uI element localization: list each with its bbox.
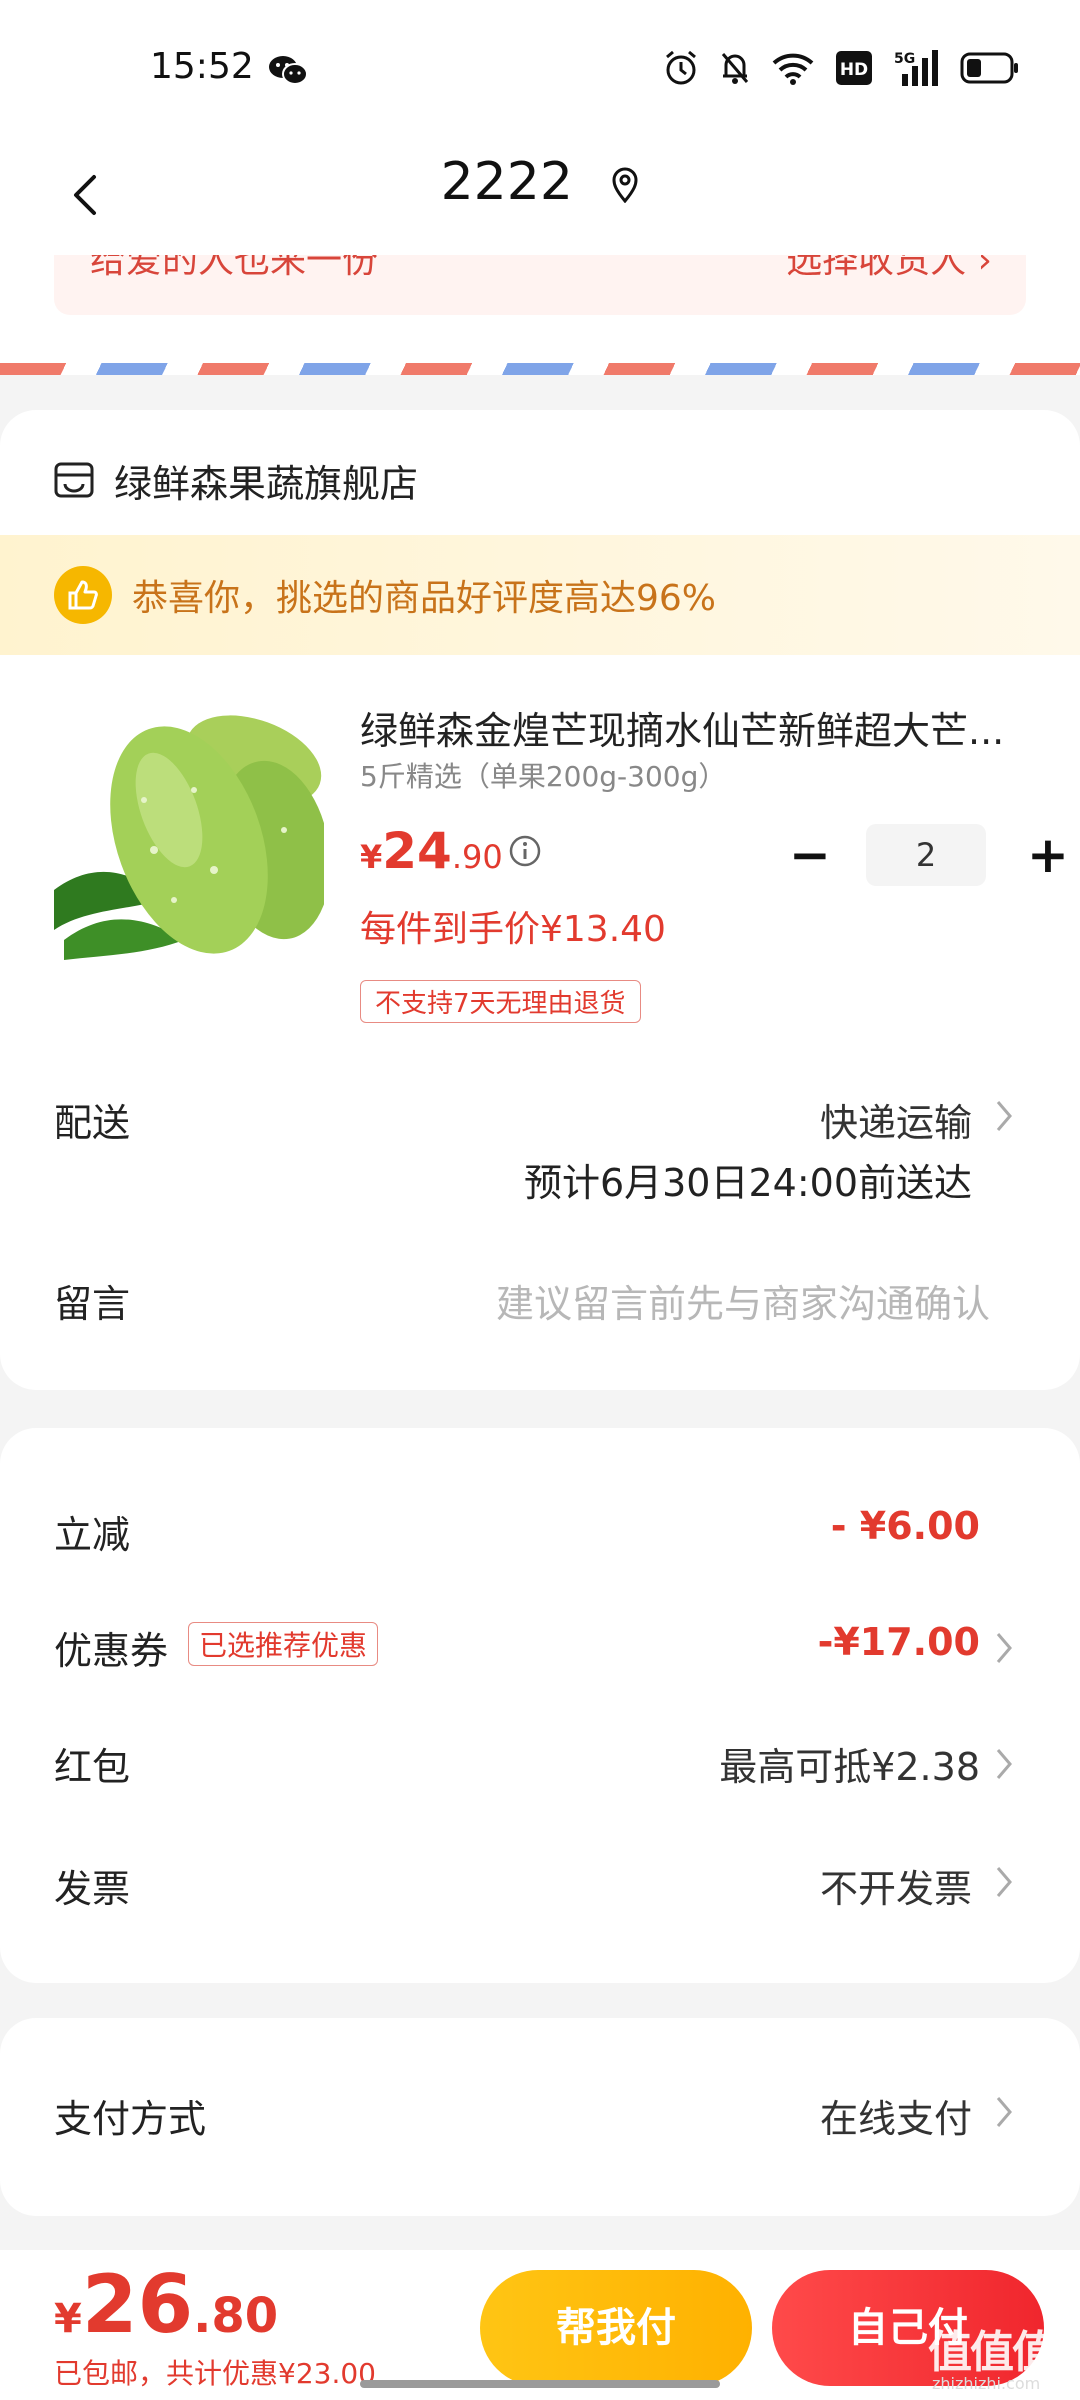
price-decimal: .90 xyxy=(451,838,503,876)
instant-discount-label: 立减 xyxy=(54,1513,131,1557)
payment-method[interactable]: 在线支付 xyxy=(820,2088,972,2143)
gift-address-card[interactable]: 给爱的人也来一份 选择收货人 › xyxy=(54,255,1026,315)
battery-icon xyxy=(960,52,1018,84)
status-time: 15:52 xyxy=(150,46,254,87)
red-packet-label: 红包 xyxy=(54,1745,131,1789)
store-name: 绿鲜森果蔬旗舰店 xyxy=(114,461,419,506)
delivery-eta: 预计6月30日24:00前送达 xyxy=(523,1161,972,1205)
coupon-tag: 已选推荐优惠 xyxy=(188,1622,379,1666)
total-savings: 已包邮，共计优惠¥23.00 xyxy=(54,2357,376,2390)
location-pin-icon xyxy=(612,167,638,203)
final-price: 每件到手价¥13.40 xyxy=(360,909,666,950)
increase-button[interactable]: + xyxy=(1018,825,1078,885)
hd-text: HD xyxy=(840,60,868,80)
store-row[interactable]: 绿鲜森果蔬旗舰店 xyxy=(54,450,418,510)
praise-banner: 恭喜你，挑选的商品好评度高达96% xyxy=(0,535,1080,655)
coupon-value[interactable]: -¥17.00 xyxy=(818,1620,980,1664)
checkout-bar: ¥26.80 已包邮，共计优惠¥23.00 帮我付 自己付 xyxy=(0,2250,1080,2400)
page-title: 2222 xyxy=(440,152,573,212)
address-area: 给爱的人也来一份 选择收货人 › xyxy=(0,255,1080,375)
select-receiver-link[interactable]: 选择收货人 › xyxy=(786,255,992,283)
payment-label: 支付方式 xyxy=(54,2097,207,2141)
hd-icon: HD xyxy=(836,51,872,85)
store-icon xyxy=(54,462,94,498)
invoice-label: 发票 xyxy=(54,1867,131,1911)
delivery-method[interactable]: 快递运输 xyxy=(820,1092,972,1147)
alarm-icon xyxy=(666,50,696,85)
airmail-border xyxy=(0,363,1080,375)
quantity-value[interactable]: 2 xyxy=(866,824,986,886)
gift-text: 给爱的人也来一份 xyxy=(90,255,379,281)
chevron-right-icon[interactable] xyxy=(992,2092,1018,2132)
status-bar: 15:52 HD 5G xyxy=(0,0,1080,140)
product-title[interactable]: 绿鲜森金煌芒现摘水仙芒新鲜超大芒... xyxy=(360,700,1020,755)
order-item-card: 绿鲜森果蔬旗舰店 恭喜你，挑选的商品好评度高达96% 绿鲜森金煌芒现摘水仙芒新鲜… xyxy=(0,410,1080,1390)
home-indicator[interactable] xyxy=(360,2380,720,2388)
instant-discount-value: - ¥6.00 xyxy=(830,1504,980,1548)
total-integer: 26 xyxy=(81,2258,194,2351)
praise-text: 恭喜你，挑选的商品好评度高达96% xyxy=(132,578,717,619)
5g-signal-icon: 5G xyxy=(894,50,938,86)
price-currency: ¥ xyxy=(360,838,383,876)
coupon-label: 优惠券 xyxy=(54,1629,169,1673)
watermark-url: zhizhizhi.com xyxy=(932,2374,1041,2393)
payment-card: 支付方式 在线支付 xyxy=(0,2018,1080,2216)
red-packet-value[interactable]: 最高可抵¥2.38 xyxy=(719,1736,980,1791)
price-integer: 24 xyxy=(382,822,452,880)
wifi-icon xyxy=(772,53,814,85)
memo-input[interactable]: 建议留言前先与商家沟通确认 xyxy=(496,1273,990,1328)
address-title[interactable]: 2222 xyxy=(0,152,1080,212)
memo-label: 留言 xyxy=(54,1282,131,1326)
unit-price: ¥24.90 xyxy=(360,822,503,880)
product-spec: 5斤精选（单果200g-300g） xyxy=(360,760,727,793)
total-decimal: .80 xyxy=(193,2288,279,2344)
header: 2222 xyxy=(0,140,1080,255)
thumbs-up-icon xyxy=(54,566,112,624)
mute-icon xyxy=(721,53,749,84)
watermark-logo: 值值值 xyxy=(928,2327,1056,2378)
total-price: ¥26.80 xyxy=(54,2258,278,2351)
invoice-value[interactable]: 不开发票 xyxy=(820,1858,972,1913)
product-image[interactable] xyxy=(54,700,324,970)
discount-card: 立减 - ¥6.00 优惠券 已选推荐优惠 -¥17.00 红包 最高可抵¥2.… xyxy=(0,1428,1080,1983)
chevron-right-icon[interactable] xyxy=(992,1744,1018,1784)
total-currency: ¥ xyxy=(54,2296,82,2342)
decrease-button[interactable]: − xyxy=(780,825,840,885)
network-text: 5G xyxy=(894,51,915,67)
wechat-icon xyxy=(269,56,308,85)
no-return-tag: 不支持7天无理由退货 xyxy=(360,980,641,1023)
help-me-pay-button[interactable]: 帮我付 xyxy=(480,2270,752,2386)
delivery-label: 配送 xyxy=(54,1101,131,1145)
info-icon[interactable] xyxy=(508,834,542,868)
chevron-right-icon[interactable] xyxy=(992,1096,1018,1136)
chevron-right-icon[interactable] xyxy=(992,1628,1018,1668)
chevron-right-icon[interactable] xyxy=(992,1862,1018,1902)
quantity-stepper: − 2 + xyxy=(780,822,1078,888)
